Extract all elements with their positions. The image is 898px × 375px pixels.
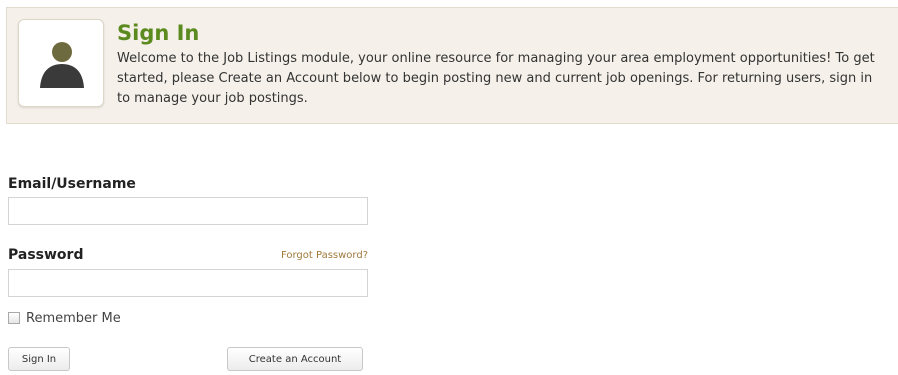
- email-field[interactable]: [8, 197, 368, 225]
- password-field[interactable]: [8, 269, 368, 297]
- page-title: Sign In: [117, 21, 200, 45]
- remember-me-row[interactable]: Remember Me: [8, 309, 121, 327]
- password-label: Password: [8, 247, 84, 263]
- remember-me-checkbox[interactable]: [8, 312, 20, 324]
- intro-description: Welcome to the Job Listings module, your…: [117, 51, 875, 106]
- sign-in-button[interactable]: Sign In: [8, 347, 70, 371]
- intro-panel: Sign In Welcome to the Job Listings modu…: [6, 7, 898, 124]
- email-label: Email/Username: [8, 176, 136, 192]
- user-silhouette-icon: [40, 42, 84, 88]
- avatar: [18, 19, 104, 107]
- forgot-password-link[interactable]: Forgot Password?: [281, 250, 368, 261]
- create-account-button[interactable]: Create an Account: [227, 347, 363, 371]
- remember-me-label[interactable]: Remember Me: [26, 311, 121, 326]
